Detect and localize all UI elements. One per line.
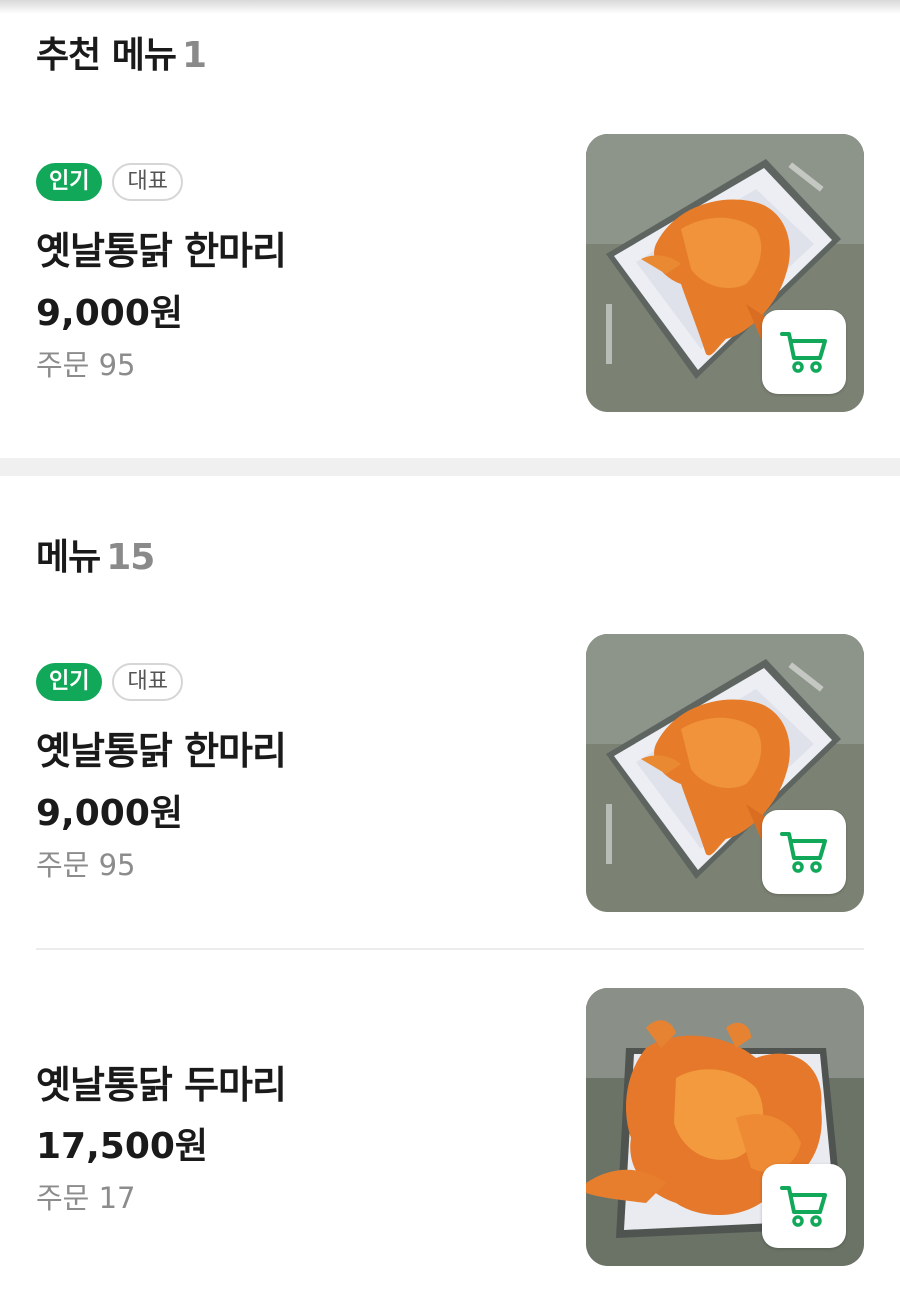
item-name: 옛날통닭 한마리: [36, 229, 287, 273]
cart-icon: [780, 332, 827, 373]
item-order-count: 주문 17: [36, 1181, 136, 1215]
add-to-cart-button[interactable]: [762, 810, 846, 894]
item-order-count: 주문 95: [36, 348, 136, 382]
item-order-count: 주문 95: [36, 848, 136, 882]
popular-badge: 인기: [36, 663, 103, 701]
menu-section-title: 메뉴 15: [36, 528, 155, 580]
cart-icon: [780, 832, 827, 873]
signature-badge: 대표: [112, 163, 183, 201]
top-shadow: [0, 0, 900, 14]
badge-group: 인기 대표: [36, 163, 183, 201]
item-thumbnail[interactable]: [586, 988, 864, 1266]
popular-badge: 인기: [36, 163, 103, 201]
signature-badge: 대표: [112, 663, 183, 701]
badge-group: 인기 대표: [36, 663, 183, 701]
add-to-cart-button[interactable]: [762, 310, 846, 394]
item-price: 9,000원: [36, 793, 183, 834]
item-thumbnail[interactable]: [586, 134, 864, 412]
item-separator: [36, 948, 864, 950]
item-name: 옛날통닭 한마리: [36, 729, 287, 773]
item-price: 17,500원: [36, 1126, 209, 1167]
add-to-cart-button[interactable]: [762, 1164, 846, 1248]
item-name: 옛날통닭 두마리: [36, 1063, 287, 1107]
recommended-section-title: 추천 메뉴 1: [36, 26, 207, 78]
menu-count: 15: [106, 537, 155, 578]
recommended-title-text: 추천 메뉴: [36, 35, 177, 76]
cart-icon: [780, 1186, 827, 1227]
section-divider: [0, 458, 900, 476]
item-thumbnail[interactable]: [586, 634, 864, 912]
item-price: 9,000원: [36, 293, 183, 334]
menu-title-text: 메뉴: [36, 537, 101, 578]
recommended-count: 1: [182, 35, 207, 76]
